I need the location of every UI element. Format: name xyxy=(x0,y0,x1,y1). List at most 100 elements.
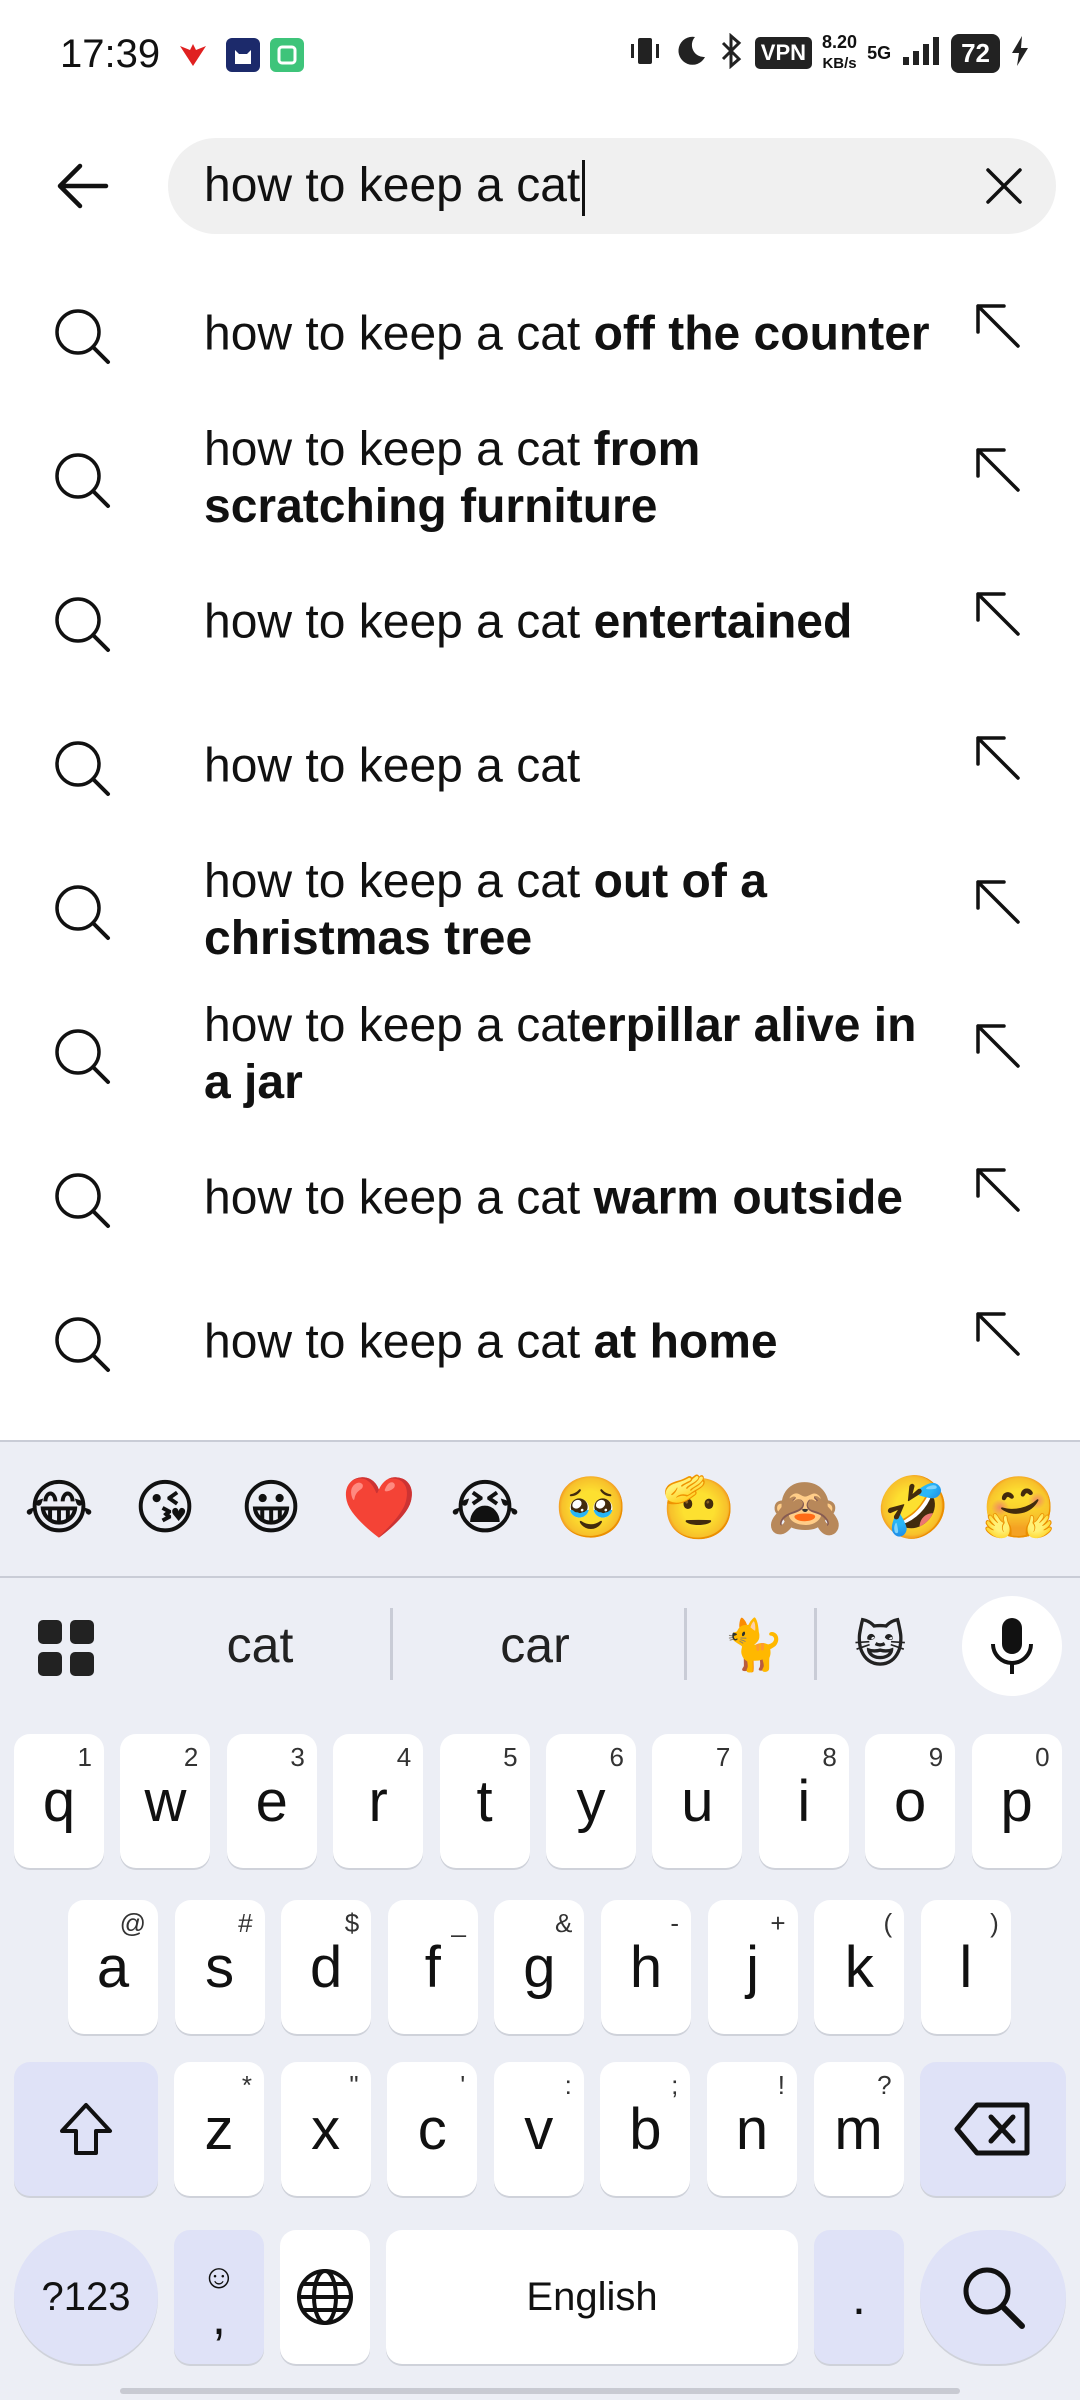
language-key[interactable] xyxy=(280,2230,370,2364)
search-query-text: how to keep a cat xyxy=(204,159,581,212)
key-r[interactable]: r4 xyxy=(333,1734,424,1868)
key-label: q xyxy=(42,1768,76,1834)
notification-app-icon xyxy=(176,38,210,72)
insert-query-arrow-icon[interactable] xyxy=(970,1162,1030,1222)
suggestion-item[interactable]: how to keep a cat out of a christmas tre… xyxy=(0,838,1080,982)
vpn-badge: VPN xyxy=(754,37,813,69)
key-o[interactable]: o9 xyxy=(865,1734,956,1868)
key-h[interactable]: h- xyxy=(601,1900,691,2034)
key-q[interactable]: q1 xyxy=(14,1734,104,1868)
key-b[interactable]: b; xyxy=(600,2062,691,2196)
key-g[interactable]: g & xyxy=(494,1900,585,2034)
key-w[interactable]: w2 xyxy=(120,1734,211,1868)
symbols-key[interactable]: ?123 xyxy=(14,2230,158,2364)
emoji-key[interactable]: 🫡 xyxy=(654,1468,744,1548)
comma-emoji-key[interactable]: ☺ , xyxy=(174,2230,264,2364)
search-box[interactable]: how to keep a cat xyxy=(168,138,1056,234)
emoji-key[interactable]: 😀 xyxy=(226,1468,316,1548)
search-icon xyxy=(55,885,110,940)
search-action-key[interactable] xyxy=(920,2230,1066,2364)
key-hint: @ xyxy=(119,1908,146,1938)
key-label: e xyxy=(255,1768,288,1834)
key-c[interactable]: c ' xyxy=(387,2062,478,2196)
emoji-suggestion[interactable]: 😺 xyxy=(840,1616,920,1674)
suggestion-item[interactable]: how to keep a cat xyxy=(0,694,1080,838)
key-label: d xyxy=(310,1934,343,2000)
key-l[interactable]: l) xyxy=(920,1900,1011,2034)
insert-query-arrow-icon[interactable] xyxy=(970,298,1030,358)
globe-icon xyxy=(297,2269,353,2325)
insert-query-arrow-icon[interactable] xyxy=(970,442,1030,502)
key-a[interactable]: a @ xyxy=(68,1900,158,2034)
key-label: x xyxy=(311,2096,341,2162)
key-hint: 9 xyxy=(928,1742,944,1772)
key-k[interactable]: k( xyxy=(814,1900,905,2034)
insert-query-arrow-icon[interactable] xyxy=(970,1306,1030,1366)
comma-label: , xyxy=(212,2288,226,2345)
key-f[interactable]: f _ xyxy=(387,1900,478,2034)
insert-query-arrow-icon[interactable] xyxy=(970,874,1030,934)
notification-cat-icon xyxy=(226,38,260,72)
emoji-key[interactable]: 🤣 xyxy=(868,1468,958,1548)
shift-key[interactable] xyxy=(14,2062,158,2196)
suggestion-item[interactable]: how to keep a cat entertained xyxy=(0,550,1080,694)
insert-query-arrow-icon[interactable] xyxy=(970,730,1030,790)
key-label: s xyxy=(205,1934,235,2000)
clear-search-button[interactable] xyxy=(974,156,1034,216)
emoji-suggestion[interactable]: 🐈 xyxy=(714,1616,794,1675)
key-v[interactable]: v: xyxy=(493,2062,584,2196)
period-key[interactable]: . xyxy=(814,2230,904,2364)
key-hint: ' xyxy=(460,2070,466,2100)
emoji-key[interactable]: 🙈 xyxy=(760,1468,850,1548)
key-m[interactable]: m? xyxy=(813,2062,904,2196)
key-hint: ) xyxy=(990,1908,999,1938)
suggestion-item[interactable]: how to keep a cat from scratching furnit… xyxy=(0,406,1080,550)
key-hint: _ xyxy=(451,1908,466,1938)
key-t[interactable]: t5 xyxy=(439,1734,530,1868)
space-key[interactable]: English xyxy=(386,2230,798,2364)
apps-grid-icon[interactable] xyxy=(36,1618,96,1678)
key-j[interactable]: j + xyxy=(707,1900,798,2034)
key-z[interactable]: z * xyxy=(174,2062,264,2196)
key-label: j xyxy=(746,1934,760,2000)
do-not-disturb-moon-icon xyxy=(673,33,709,74)
suggestion-item[interactable]: how to keep a cat off the counter xyxy=(0,262,1080,406)
key-n[interactable]: n! xyxy=(707,2062,797,2196)
emoji-key[interactable]: 🥹 xyxy=(546,1468,636,1548)
word-suggestion[interactable]: cat xyxy=(190,1616,330,1674)
key-y[interactable]: y6 xyxy=(546,1734,636,1868)
key-label: i xyxy=(797,1768,811,1834)
key-e[interactable]: e3 xyxy=(226,1734,317,1868)
word-suggestion[interactable]: car xyxy=(460,1616,610,1674)
suggestion-item[interactable]: how to keep a cat warm outside xyxy=(0,1126,1080,1270)
key-label: u xyxy=(681,1768,714,1834)
suggestion-item[interactable]: how to keep a cat at home xyxy=(0,1270,1080,1414)
suggestion-text: how to keep a cat from scratching furnit… xyxy=(204,423,701,533)
backspace-key[interactable] xyxy=(920,2062,1066,2196)
key-label: h xyxy=(629,1934,663,2000)
key-s[interactable]: s # xyxy=(174,1900,265,2034)
key-p[interactable]: p0 xyxy=(971,1734,1062,1868)
key-hint: & xyxy=(555,1908,573,1938)
back-button[interactable] xyxy=(46,150,118,222)
suggestion-item[interactable]: how to keep a caterpillar alive in a jar xyxy=(0,982,1080,1126)
insert-query-arrow-icon[interactable] xyxy=(970,1018,1030,1078)
emoji-key[interactable]: ❤️ xyxy=(334,1468,424,1548)
key-label: p xyxy=(1000,1768,1033,1834)
voice-input-button[interactable] xyxy=(962,1596,1062,1696)
key-i[interactable]: i8 xyxy=(758,1734,849,1868)
search-input[interactable]: how to keep a cat xyxy=(204,156,586,217)
key-hint: 0 xyxy=(1035,1742,1050,1772)
key-u[interactable]: u7 xyxy=(652,1734,743,1868)
home-indicator xyxy=(120,2388,960,2394)
emoji-key[interactable]: 😭 xyxy=(440,1468,530,1548)
key-d[interactable]: d $ xyxy=(281,1900,372,2034)
emoji-key[interactable]: 😘 xyxy=(120,1468,210,1548)
key-hint: 8 xyxy=(822,1742,837,1772)
key-hint: 5 xyxy=(503,1742,518,1772)
insert-query-arrow-icon[interactable] xyxy=(970,586,1030,646)
key-x[interactable]: x " xyxy=(280,2062,371,2196)
emoji-key[interactable]: 😂 xyxy=(14,1468,104,1548)
emoji-key[interactable]: 🤗 xyxy=(974,1468,1064,1548)
key-label: l xyxy=(959,1934,973,2000)
